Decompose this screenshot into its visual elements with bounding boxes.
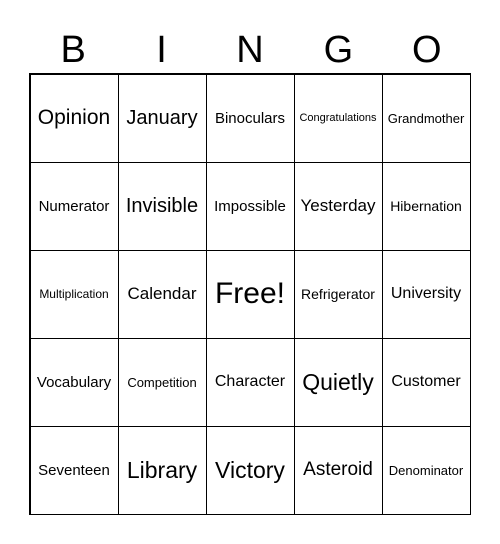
bingo-cell[interactable]: Binoculars <box>205 73 295 163</box>
bingo-cell[interactable]: University <box>381 249 471 339</box>
bingo-cell[interactable]: Library <box>117 425 207 515</box>
cell-word: Multiplication <box>39 287 109 301</box>
cell-word: Congratulations <box>299 112 377 124</box>
cell-word: Customer <box>391 373 461 390</box>
cell-word: Grandmother <box>387 110 465 126</box>
bingo-cell[interactable]: Numerator <box>29 161 119 251</box>
bingo-cell[interactable]: Competition <box>117 337 207 427</box>
bingo-cell[interactable]: Victory <box>205 425 295 515</box>
header-letter-b: B <box>60 29 86 71</box>
cell-word: Free! <box>214 277 286 310</box>
bingo-cell[interactable]: Yesterday <box>293 161 383 251</box>
cell-word: Opinion <box>37 106 111 129</box>
cell-word: University <box>390 285 462 302</box>
bingo-cell[interactable]: Opinion <box>29 73 119 163</box>
cell-word: January <box>126 106 198 129</box>
bingo-cell[interactable]: Calendar <box>117 249 207 339</box>
bingo-cell[interactable]: Hibernation <box>381 161 471 251</box>
bingo-cell[interactable]: Vocabulary <box>29 337 119 427</box>
bingo-cell[interactable]: Denominator <box>381 425 471 515</box>
cell-word: Seventeen <box>38 461 110 479</box>
cell-word: Refrigerator <box>301 286 375 302</box>
cell-word: Hibernation <box>390 198 462 214</box>
cell-word: Invisible <box>125 194 199 217</box>
bingo-cell[interactable]: Congratulations <box>293 73 383 163</box>
bingo-cell[interactable]: Seventeen <box>29 425 119 515</box>
header-letter-o: O <box>411 29 442 71</box>
bingo-cell[interactable]: January <box>117 73 207 163</box>
bingo-cell[interactable]: Grandmother <box>381 73 471 163</box>
free-space-cell[interactable]: Free! <box>205 249 295 339</box>
bingo-grid: Opinion January Binoculars Congratulations G… <box>29 73 471 515</box>
cell-word: Calendar <box>127 284 197 303</box>
bingo-header: B I N G O <box>29 28 471 72</box>
header-letter-g: G <box>323 29 354 71</box>
cell-word: Quietly <box>302 368 374 395</box>
bingo-cell[interactable]: Multiplication <box>29 249 119 339</box>
bingo-cell[interactable]: Character <box>205 337 295 427</box>
cell-word: Victory <box>215 456 285 483</box>
cell-word: Competition <box>127 374 197 390</box>
bingo-cell[interactable]: Quietly <box>293 337 383 427</box>
cell-word: Yesterday <box>300 196 376 215</box>
cell-word: Character <box>214 373 286 390</box>
cell-word: Denominator <box>388 462 464 478</box>
cell-word: Numerator <box>38 197 110 215</box>
bingo-cell[interactable]: Invisible <box>117 161 207 251</box>
cell-word: Impossible <box>214 197 286 215</box>
cell-word: Binoculars <box>214 109 286 127</box>
bingo-cell[interactable]: Refrigerator <box>293 249 383 339</box>
bingo-cell[interactable]: Impossible <box>205 161 295 251</box>
bingo-cell[interactable]: Asteroid <box>293 425 383 515</box>
cell-word: Library <box>126 456 198 483</box>
header-letter-i: I <box>156 29 167 71</box>
bingo-cell[interactable]: Customer <box>381 337 471 427</box>
cell-word: Asteroid <box>303 459 373 480</box>
header-letter-n: N <box>236 29 264 71</box>
cell-word: Vocabulary <box>36 373 112 391</box>
